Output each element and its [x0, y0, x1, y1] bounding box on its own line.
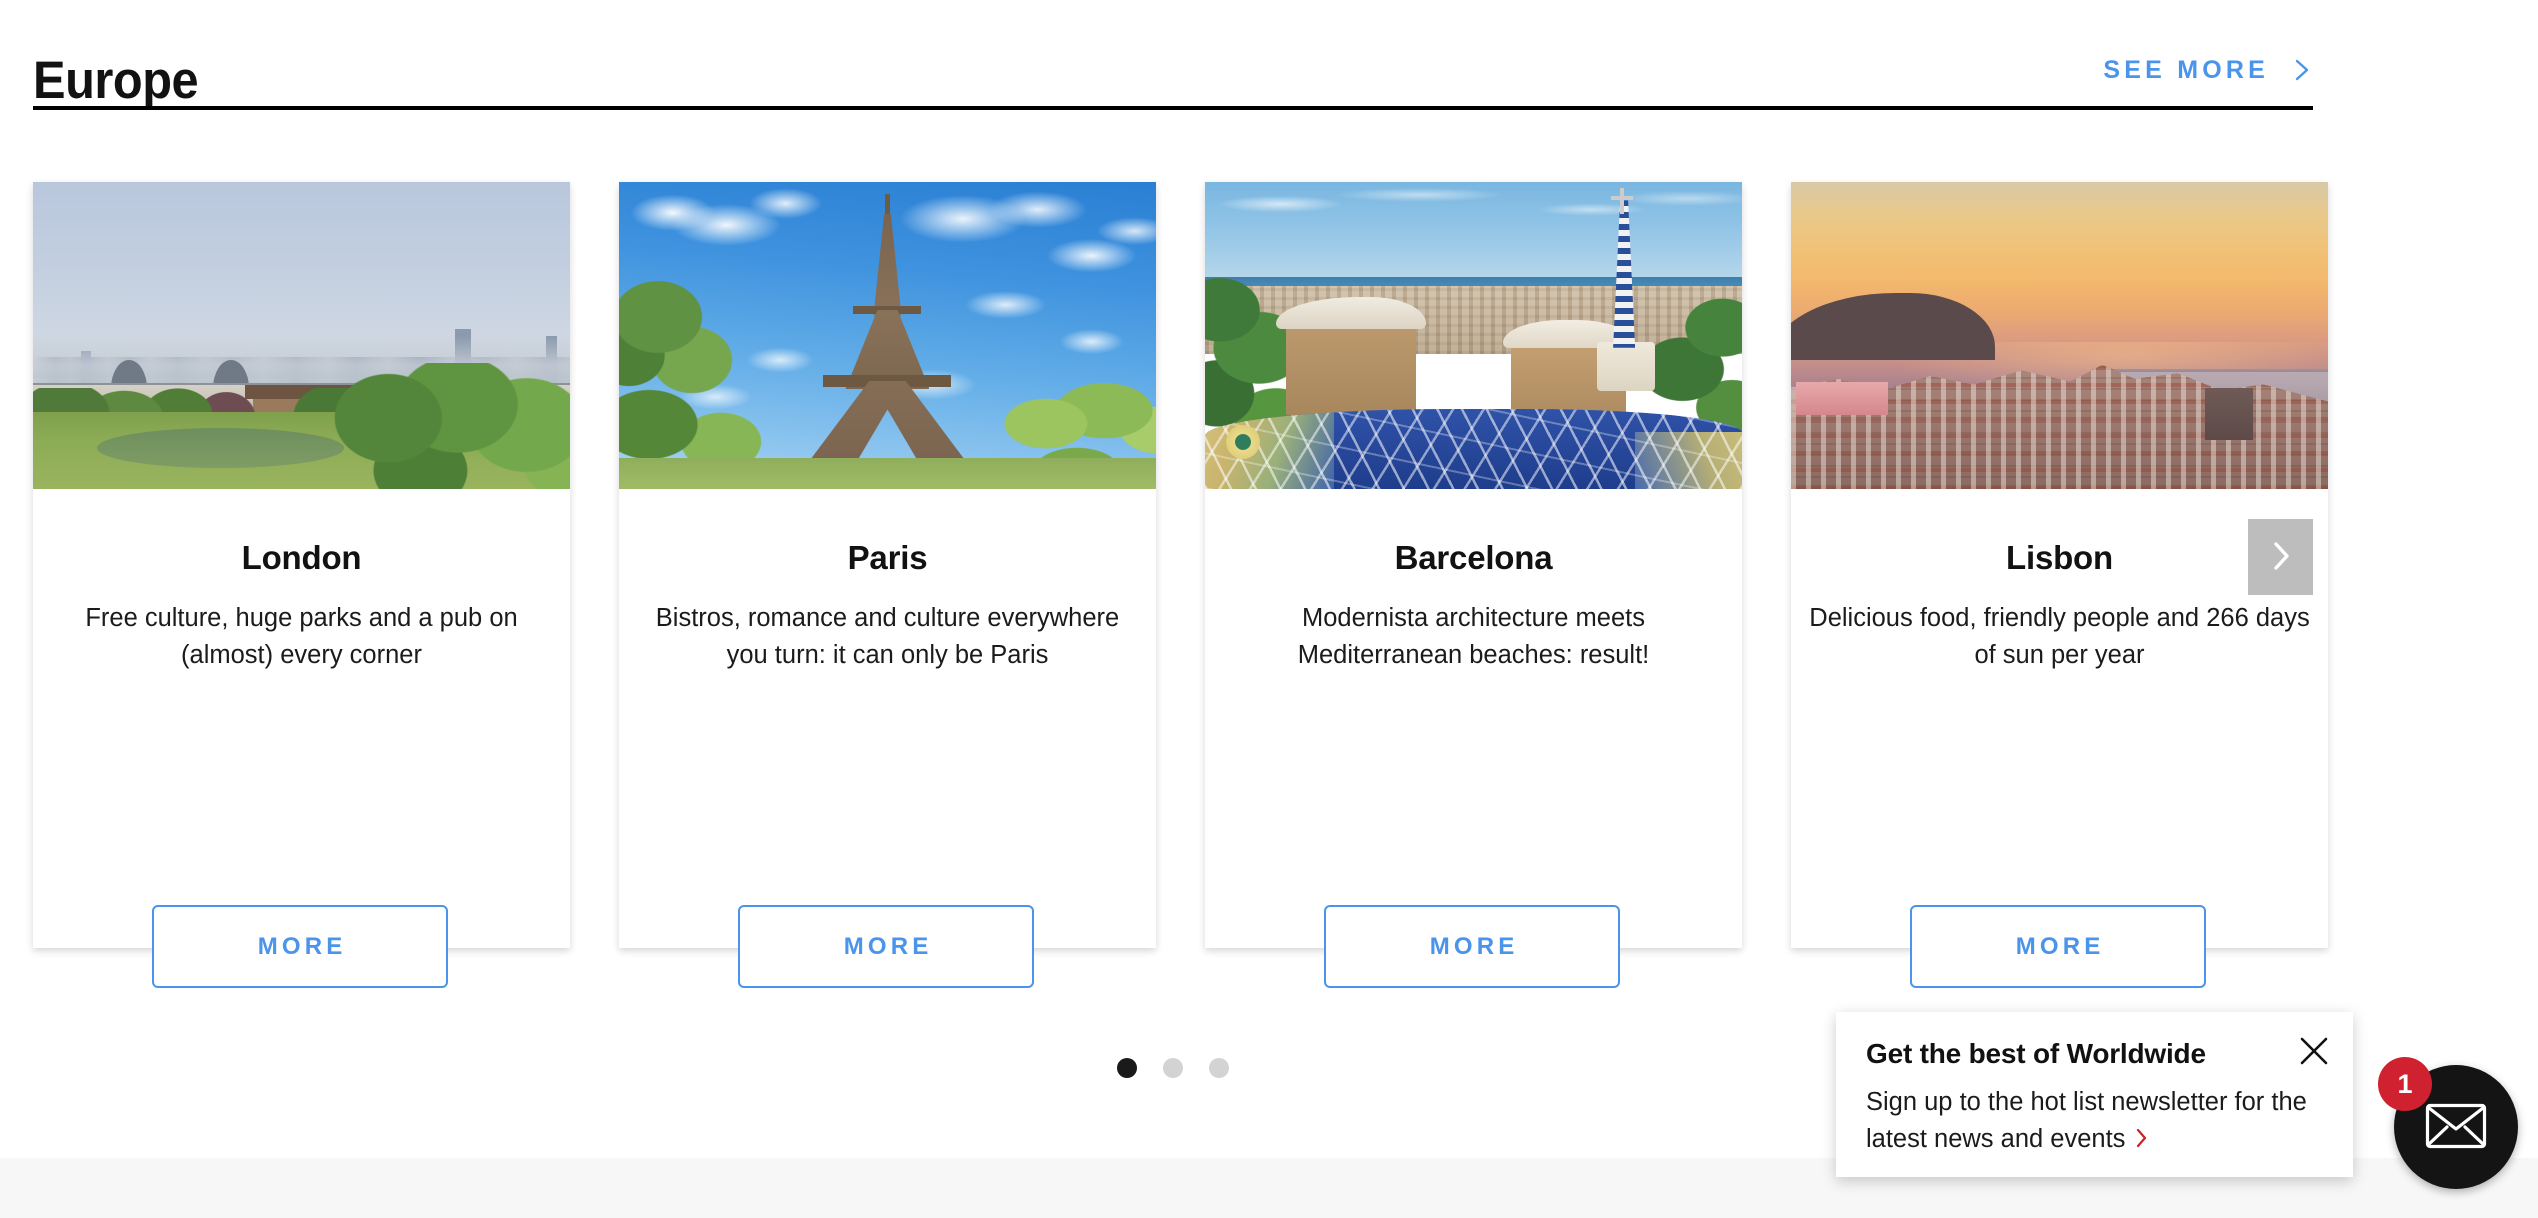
card-description: Delicious food, friendly people and 266 …: [1809, 604, 2310, 670]
newsletter-title: Get the best of Worldwide: [1866, 1038, 2206, 1069]
newsletter-popup: Get the best of Worldwide Sign up to the…: [1836, 1012, 2353, 1177]
close-icon: [2297, 1037, 2331, 1071]
envelope-icon: [2425, 1103, 2487, 1152]
chevron-right-icon[interactable]: [2134, 1123, 2149, 1160]
card-image-paris: [619, 182, 1156, 489]
destination-card[interactable]: London Free culture, huge parks and a pu…: [33, 182, 570, 988]
header-divider: [33, 106, 2313, 110]
card-city-name: Barcelona: [1394, 539, 1553, 576]
destination-card[interactable]: Barcelona Modernista architecture meets …: [1205, 182, 1742, 988]
section-header: Europe SEE MORE: [33, 18, 2313, 110]
more-button[interactable]: MORE: [738, 905, 1034, 988]
card-city-name: Lisbon: [2006, 539, 2113, 576]
card-image-lisbon: [1791, 182, 2328, 489]
card-description: Modernista architecture meets Mediterran…: [1297, 604, 1650, 670]
card-city-name: London: [241, 539, 362, 576]
card-body: Paris Bistros, romance and culture every…: [619, 489, 1156, 674]
more-button[interactable]: MORE: [1910, 905, 2206, 988]
chevron-right-icon: [2268, 539, 2294, 576]
card-image-barcelona: [1205, 182, 1742, 489]
destination-card[interactable]: Paris Bistros, romance and culture every…: [619, 182, 1156, 988]
page-title: Europe: [33, 50, 199, 110]
carousel-next-button[interactable]: [2248, 519, 2313, 595]
card-description: Free culture, huge parks and a pub on (a…: [85, 604, 518, 670]
card-description: Bistros, romance and culture everywhere …: [655, 604, 1120, 670]
see-more-label: SEE MORE: [2103, 56, 2269, 84]
chevron-right-icon: [2291, 59, 2313, 81]
newsletter-body: Sign up to the hot list newsletter for t…: [1866, 1070, 2323, 1159]
close-button[interactable]: [2297, 1034, 2331, 1068]
carousel-dot-3[interactable]: [1208, 1058, 1229, 1078]
more-button[interactable]: MORE: [1324, 905, 1620, 988]
carousel-dot-2[interactable]: [1162, 1058, 1183, 1078]
carousel-dot-1[interactable]: [1116, 1058, 1137, 1078]
destination-card-row: London Free culture, huge parks and a pu…: [33, 182, 2328, 997]
newsletter-body-text: Sign up to the hot list newsletter for t…: [1866, 1088, 2307, 1153]
card-body: Barcelona Modernista architecture meets …: [1205, 489, 1742, 674]
card-city-name: Paris: [847, 539, 928, 576]
card-image-london: [33, 182, 570, 489]
card-body: London Free culture, huge parks and a pu…: [33, 489, 570, 674]
see-more-link[interactable]: SEE MORE: [2103, 56, 2313, 85]
mail-unread-badge: 1: [2378, 1057, 2432, 1111]
more-button[interactable]: MORE: [152, 905, 448, 988]
